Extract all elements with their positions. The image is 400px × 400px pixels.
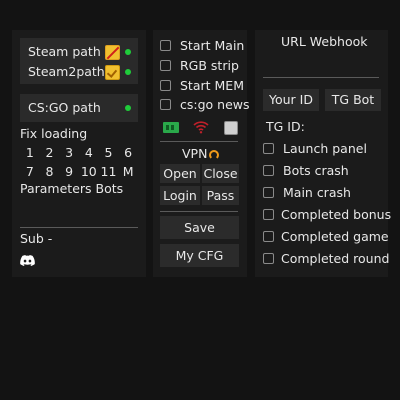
csgo-news-label: cs:go news [180, 97, 250, 112]
csgo-path-box: CS:GO path [20, 94, 138, 122]
left-panel: Steam path Steam2path CS:GO path Fix loa… [12, 30, 146, 277]
start-mem-checkbox[interactable] [160, 80, 171, 91]
main-crash-label: Main crash [283, 185, 351, 200]
fix-loading-option[interactable]: 6 [118, 145, 138, 161]
vpn-close-button[interactable]: Close [202, 164, 239, 183]
fix-loading-option[interactable]: 4 [79, 145, 99, 161]
main-crash-checkbox[interactable] [263, 187, 274, 198]
fix-loading-option[interactable]: 10 [79, 164, 99, 180]
vpn-open-button[interactable]: Open [160, 164, 200, 183]
tg-bot-button[interactable]: TG Bot [325, 89, 381, 111]
fix-loading-option[interactable]: 2 [40, 145, 60, 161]
launch-panel-label: Launch panel [283, 141, 367, 156]
tg-id-label: TG ID: [266, 119, 305, 134]
steam-paths-box: Steam path Steam2path [20, 38, 138, 84]
steam2-path-check-icon[interactable] [105, 65, 120, 80]
launch-panel-checkbox[interactable] [263, 143, 274, 154]
vpn-pass-button[interactable]: Pass [202, 186, 239, 205]
discord-icon[interactable] [20, 255, 35, 266]
csgo-path-status-dot [125, 105, 131, 111]
steam2-path-status-dot [125, 69, 131, 75]
fix-loading-label: Fix loading [20, 126, 88, 141]
completed-game-checkbox[interactable] [263, 231, 274, 242]
rgb-strip-checkbox[interactable] [160, 60, 171, 71]
vpn-status-icon [209, 150, 220, 160]
bots-crash-label: Bots crash [283, 163, 349, 178]
wifi-icon[interactable] [193, 120, 209, 134]
parameters-bots-label[interactable]: Parameters Bots [20, 181, 123, 197]
middle-divider-bottom [160, 211, 238, 212]
completed-round-label: Completed round [281, 251, 390, 266]
start-main-label: Start Main [180, 38, 245, 53]
vpn-label: VPN [182, 146, 220, 162]
fix-loading-option[interactable]: 11 [99, 164, 119, 180]
fix-loading-option[interactable]: 7 [20, 164, 40, 180]
start-main-checkbox[interactable] [160, 40, 171, 51]
fix-loading-number-grid: 1 2 3 4 5 6 7 8 9 10 11 M [20, 145, 138, 180]
bots-crash-checkbox[interactable] [263, 165, 274, 176]
steam2-path-label[interactable]: Steam2path [28, 64, 105, 80]
square-icon[interactable] [224, 121, 238, 135]
my-cfg-button[interactable]: My CFG [160, 244, 239, 267]
completed-bonus-label: Completed bonus [281, 207, 392, 222]
fix-loading-option[interactable]: 5 [99, 145, 119, 161]
csgo-path-label[interactable]: CS:GO path [28, 100, 101, 116]
sub-label: Sub - [20, 231, 53, 246]
completed-round-checkbox[interactable] [263, 253, 274, 264]
completed-game-label: Completed game [281, 229, 389, 244]
steam-path-status-dot [125, 49, 131, 55]
right-panel: URL Webhook Your ID TG Bot TG ID: Launch… [255, 30, 392, 277]
fix-loading-option[interactable]: 9 [59, 164, 79, 180]
url-webhook-label: URL Webhook [281, 34, 368, 49]
left-divider [20, 227, 138, 228]
your-id-button[interactable]: Your ID [263, 89, 319, 111]
fix-loading-option[interactable]: 8 [40, 164, 60, 180]
csgo-news-checkbox[interactable] [160, 99, 171, 110]
vpn-login-button[interactable]: Login [160, 186, 200, 205]
ram-icon[interactable] [163, 122, 179, 133]
save-button[interactable]: Save [160, 216, 239, 239]
start-mem-label: Start MEM [180, 78, 244, 93]
steam-path-label[interactable]: Steam path [28, 44, 101, 60]
rgb-strip-label: RGB strip [180, 58, 239, 73]
fix-loading-option[interactable]: 3 [59, 145, 79, 161]
steam-path-warning-icon[interactable] [105, 45, 120, 60]
fix-loading-option[interactable]: 1 [20, 145, 40, 161]
fix-loading-option[interactable]: M [118, 164, 138, 180]
middle-panel: Start Main RGB strip Start MEM cs:go new… [153, 30, 250, 277]
completed-bonus-checkbox[interactable] [263, 209, 274, 220]
webhook-input-underline[interactable] [263, 77, 379, 78]
vpn-text: VPN [182, 146, 208, 161]
middle-divider-top [160, 141, 238, 142]
